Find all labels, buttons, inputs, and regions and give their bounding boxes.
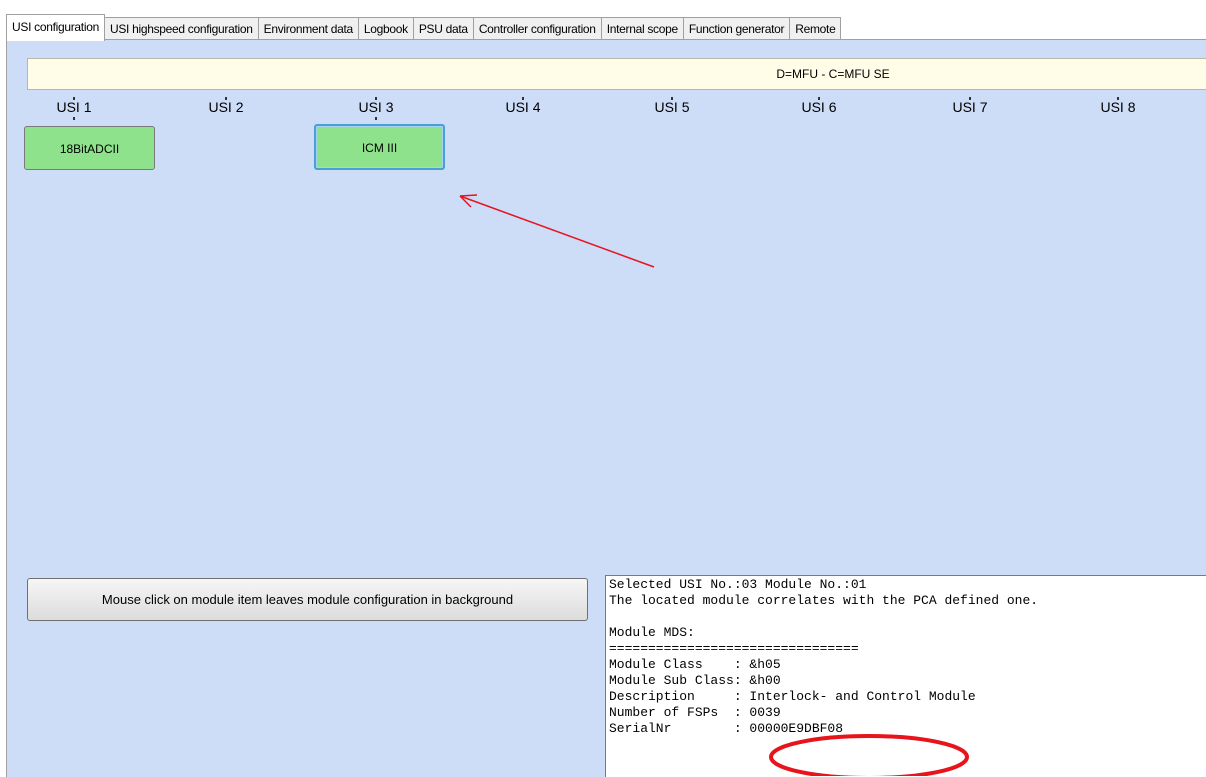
tab-usi-highspeed-configuration[interactable]: USI highspeed configuration — [104, 17, 259, 40]
module-18bitadcii[interactable]: 18BitADCII — [24, 126, 155, 170]
tab-controller-configuration[interactable]: Controller configuration — [473, 17, 602, 40]
tab-logbook[interactable]: Logbook — [358, 17, 414, 40]
usi-6-label: USI 6 — [801, 99, 837, 115]
info-line — [606, 609, 1206, 625]
usi-4-label: USI 4 — [505, 99, 541, 115]
tab-usi-configuration[interactable]: USI configuration — [6, 14, 105, 41]
info-line: Module Sub Class: &h00 — [609, 673, 781, 688]
tab-strip: USI configuration USI highspeed configur… — [0, 0, 1206, 41]
info-line: ================================ — [609, 641, 859, 656]
info-line: The located module correlates with the P… — [609, 593, 1039, 608]
info-line: Module MDS: — [609, 625, 695, 640]
usi-3-tick-lower — [375, 117, 377, 120]
usi-configuration-panel: D=MFU - C=MFU SE USI 1 USI 2 USI 3 USI 4… — [6, 39, 1206, 777]
info-line: Description : Interlock- and Control Mod… — [609, 689, 976, 704]
tab-remote[interactable]: Remote — [790, 17, 842, 40]
info-line-serial: SerialNr : 00000E9DBF08 — [609, 721, 844, 736]
info-line: Module Class : &h05 — [609, 657, 781, 672]
info-line: Number of FSPs : 0039 — [609, 705, 781, 720]
tab-internal-scope[interactable]: Internal scope — [601, 17, 684, 40]
tab-list: USI configuration USI highspeed configur… — [6, 14, 842, 41]
device-header-bar: D=MFU - C=MFU SE — [27, 58, 1206, 90]
info-line: Selected USI No.:03 Module No.:01 — [609, 577, 867, 592]
usi-8-label: USI 8 — [1100, 99, 1136, 115]
module-icm-iii[interactable]: ICM III — [314, 124, 445, 170]
tab-environment-data[interactable]: Environment data — [258, 17, 359, 40]
device-header-text: D=MFU - C=MFU SE — [776, 67, 890, 81]
usi-3-label: USI 3 — [358, 99, 394, 115]
tab-psu-data[interactable]: PSU data — [413, 17, 474, 40]
module-info-textbox[interactable]: Selected USI No.:03 Module No.:01 The lo… — [605, 575, 1206, 777]
tab-function-generator[interactable]: Function generator — [683, 17, 791, 40]
module-config-background-button[interactable]: Mouse click on module item leaves module… — [27, 578, 588, 621]
usi-1-tick-lower — [73, 117, 75, 120]
usi-2-label: USI 2 — [208, 99, 244, 115]
usi-1-label: USI 1 — [56, 99, 92, 115]
usi-7-label: USI 7 — [952, 99, 988, 115]
usi-5-label: USI 5 — [654, 99, 690, 115]
